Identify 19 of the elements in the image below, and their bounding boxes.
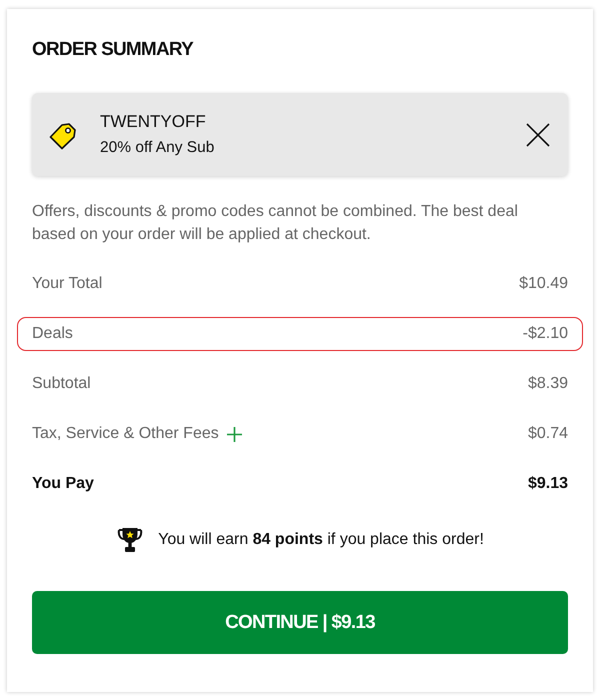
promo-code: TWENTYOFF <box>100 111 206 133</box>
line-amount: $8.39 <box>528 375 568 393</box>
trophy-icon <box>116 526 144 554</box>
line-amount: $0.74 <box>528 425 568 443</box>
line-label: Tax, Service & Other Fees <box>32 425 219 443</box>
close-icon[interactable] <box>526 122 550 146</box>
promo-description: 20% off Any Sub <box>100 138 214 158</box>
line-amount: $9.13 <box>528 475 568 493</box>
line-label: You Pay <box>32 475 94 493</box>
line-amount: -$2.10 <box>522 325 568 343</box>
summary-title: ORDER SUMMARY <box>32 38 193 62</box>
line-label: Subtotal <box>32 375 91 393</box>
continue-button[interactable]: CONTINUE | $9.13 <box>32 591 568 654</box>
line-label: Deals <box>32 325 73 343</box>
line-amount: $10.49 <box>519 275 568 293</box>
plus-icon[interactable] <box>226 426 242 442</box>
rewards-message: You will earn 84 points if you place this order! <box>158 531 484 549</box>
line-label: Your Total <box>32 275 102 293</box>
promo-notice: Offers, discounts & promo codes cannot be combined. The best deal based on your order will be applied at checkout. <box>32 202 519 245</box>
